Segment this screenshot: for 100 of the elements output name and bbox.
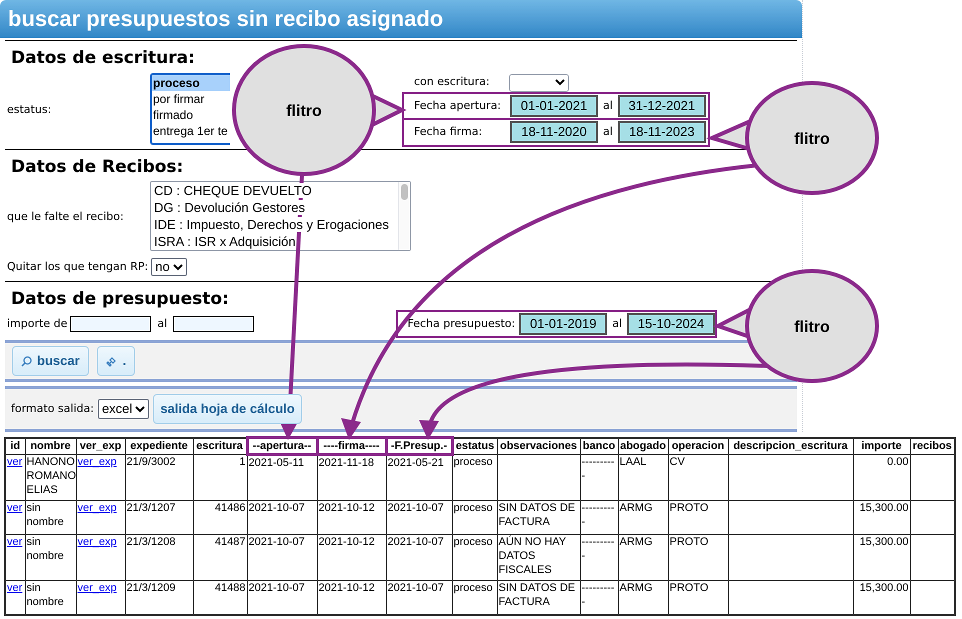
table-cell: 2021-10-07: [386, 580, 452, 614]
scrollbar-thumb[interactable]: [401, 184, 408, 200]
table-cell: 21/3/1209: [125, 580, 193, 614]
column-header: banco: [580, 438, 618, 454]
status-listbox[interactable]: proceso por firmar firmado entrega 1er te: [150, 73, 230, 145]
link-icon: [106, 356, 117, 366]
table-cell: PROTO: [668, 500, 728, 534]
page-title: buscar presupuestos sin recibo asignado: [0, 0, 802, 38]
table-cell: SIN DATOS DE FACTURA: [497, 500, 580, 534]
list-option[interactable]: entrega 1er te: [152, 123, 230, 139]
field-label: que le falte el recibo:: [7, 208, 124, 225]
callout-text: flitro: [286, 103, 322, 120]
list-option[interactable]: ISRA : ISR x Adquisición: [154, 234, 296, 249]
table-cell: SIN DATOS DE FACTURA: [497, 580, 580, 614]
table-cell: 21/9/3002: [125, 454, 193, 500]
date-field[interactable]: 01-01-2021: [510, 95, 598, 118]
column-header: -F.Presup.-: [386, 438, 452, 454]
list-option[interactable]: firmado: [152, 107, 230, 123]
list-option[interactable]: proceso: [152, 75, 230, 91]
column-header: observaciones: [497, 438, 580, 454]
date-field[interactable]: 01-01-2019: [519, 313, 608, 335]
receipt-listbox[interactable]: CD : CHEQUE DEVUELTO DG : Devolución Gestores IDE : Impuesto, Derechos y Erogaciones ISRA : ISR x Adquisición: [150, 181, 411, 251]
column-header: ----firma----: [317, 438, 386, 454]
column-header: abogado: [618, 438, 668, 454]
input-field[interactable]: [70, 316, 152, 332]
field-label: Fecha apertura:: [414, 98, 502, 114]
table-cell: proceso: [452, 534, 497, 580]
chevron-icon: [555, 79, 565, 86]
section-heading: Datos de escritura:: [10, 47, 196, 69]
table-cell: 0.00: [853, 454, 910, 500]
table-cell: proceso: [452, 454, 497, 500]
field-label: Fecha firma:: [414, 124, 484, 140]
link-button[interactable]: .: [96, 346, 136, 376]
table-cell: 2021-10-07: [386, 534, 452, 580]
table-cell: 2021-10-07: [386, 500, 452, 534]
input-field[interactable]: [173, 316, 254, 332]
column-header: nombre: [25, 438, 76, 454]
list-option[interactable]: por firmar: [152, 91, 230, 107]
table-cell: sin nombre: [25, 580, 76, 614]
export-button[interactable]: salida hoja de cálculo: [153, 394, 302, 424]
list-option[interactable]: IDE : Impuesto, Derechos y Erogaciones: [154, 217, 389, 232]
table-cell: 2021-10-07: [247, 580, 317, 614]
chevron-icon: [172, 264, 183, 270]
field-label: con escritura:: [414, 74, 491, 90]
field-label: Fecha presupuesto:: [408, 316, 516, 332]
table-cell: 41487: [193, 534, 247, 580]
table-cell: sin nombre: [25, 534, 76, 580]
date-field[interactable]: 31-12-2021: [618, 95, 706, 118]
table-cell: 15,300.00: [853, 534, 910, 580]
column-header: estatus: [452, 438, 497, 454]
field-label: Quitar los que tengan RP:: [7, 258, 148, 275]
table-cell: HANONO ROMANO ELIAS: [25, 454, 76, 500]
table-cell: ARMG: [618, 500, 668, 534]
chevron-icon: [135, 406, 146, 412]
select-field[interactable]: no: [151, 258, 187, 276]
table-cell: PROTO: [668, 534, 728, 580]
date-field[interactable]: 18-11-2023: [618, 121, 706, 144]
table-cell: 2021-05-11: [247, 454, 317, 500]
table-cell: ----------: [580, 534, 618, 580]
table-cell: AÚN NO HAY DATOS FISCALES: [497, 534, 580, 580]
table-cell: 15,300.00: [853, 500, 910, 534]
search-button[interactable]: buscar: [12, 346, 89, 376]
table-cell: ----------: [580, 454, 618, 500]
date-field[interactable]: 15-10-2024: [627, 313, 715, 335]
column-header: --apertura--: [247, 438, 317, 454]
list-option[interactable]: CD : CHEQUE DEVUELTO: [154, 183, 312, 198]
table-cell: sin nombre: [25, 500, 76, 534]
table-cell: proceso: [452, 580, 497, 614]
table-cell: LAAL: [618, 454, 668, 500]
table-cell: 2021-11-18: [317, 454, 386, 500]
search-icon: [21, 356, 32, 366]
table-cell: 2021-10-12: [317, 534, 386, 580]
column-header: descripcion_escritura: [728, 438, 853, 454]
table-cell: ARMG: [618, 534, 668, 580]
callout-text: flitro: [794, 319, 830, 336]
table-cell: 2021-10-12: [317, 580, 386, 614]
select-field[interactable]: [509, 74, 569, 92]
table-cell: ----------: [580, 580, 618, 614]
table-cell: ARMG: [618, 580, 668, 614]
column-header: ver_exp: [76, 438, 125, 454]
table-cell: 21/3/1207: [125, 500, 193, 534]
table-cell: 21/3/1208: [125, 534, 193, 580]
field-label: estatus:: [7, 102, 52, 118]
table-cell: 2021-10-12: [317, 500, 386, 534]
list-option[interactable]: DG : Devolución Gestores: [154, 200, 306, 215]
table-cell: 1: [193, 454, 247, 500]
callout-text: flitro: [794, 131, 830, 148]
table-cell: 41486: [193, 500, 247, 534]
field-label: al: [603, 98, 613, 114]
field-label: importe de: [6, 316, 68, 332]
date-field[interactable]: 18-11-2020: [510, 121, 598, 144]
section-heading: Datos de Recibos:: [10, 156, 184, 178]
field-label: formato salida:: [11, 400, 94, 417]
column-header: importe: [853, 438, 910, 454]
select-field[interactable]: excel: [98, 399, 150, 419]
section-heading: Datos de presupuesto:: [10, 288, 230, 310]
table-cell: ----------: [580, 500, 618, 534]
table-cell: 2021-10-07: [247, 500, 317, 534]
table-cell: proceso: [452, 500, 497, 534]
table-cell: CV: [668, 454, 728, 500]
